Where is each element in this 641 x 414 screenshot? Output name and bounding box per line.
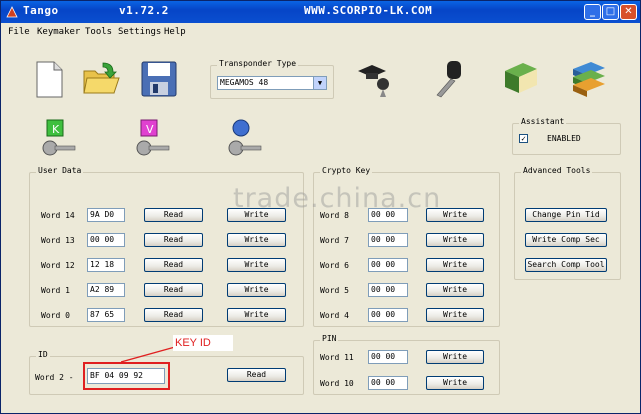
read-id-button[interactable]: Read [227,368,286,382]
window-title: Tango [23,4,59,17]
minimize-button[interactable]: _ [584,4,601,20]
pin-label: PIN [320,334,339,343]
id-label: ID [36,350,50,359]
menu-tools[interactable]: Tools [85,27,112,37]
user-data-row-label: Word 0 [41,311,70,320]
write-word-10-button[interactable]: Write [426,376,484,390]
write-word-6-button[interactable]: Write [426,258,484,272]
save-disk-icon[interactable] [139,59,179,99]
assistant-enabled-label: ENABLED [547,134,581,143]
menu-help[interactable]: Help [164,27,186,37]
write-word-13-button[interactable]: Write [227,233,286,247]
user-data-row-label: Word 14 [41,211,75,220]
close-button[interactable]: ✕ [620,4,637,20]
read-word-12-button[interactable]: Read [144,258,203,272]
write-word-7-button[interactable]: Write [426,233,484,247]
chevron-down-icon[interactable]: ▼ [313,77,326,89]
title-bar[interactable]: Tango v1.72.2 WWW.SCORPIO-LK.COM _ □ ✕ [1,1,640,23]
write-word-1-button[interactable]: Write [227,283,286,297]
write-word-12-button[interactable]: Write [227,258,286,272]
svg-text:V: V [146,123,154,136]
maximize-icon: □ [605,6,616,17]
word-13-input[interactable]: 00 00 [87,233,125,247]
read-word-14-button[interactable]: Read [144,208,203,222]
window-url: WWW.SCORPIO-LK.COM [304,4,433,17]
word-1-input[interactable]: A2 89 [87,283,125,297]
key-icon[interactable] [429,59,469,99]
word-10-input[interactable]: 00 00 [368,376,408,390]
word-12-input[interactable]: 12 18 [87,258,125,272]
menu-settings[interactable]: Settings [118,27,161,37]
watermark: trade.china.cn [233,183,442,214]
write-word-5-button[interactable]: Write [426,283,484,297]
assistant-checkbox[interactable]: ✓ [519,134,528,143]
crypto-key-label: Crypto Key [320,166,373,175]
menu-bar: File Keymaker Tools Settings Help [1,24,640,42]
tango-window: Tango v1.72.2 WWW.SCORPIO-LK.COM _ □ ✕ F… [0,0,641,414]
user-data-row-label: Word 12 [41,261,75,270]
key-k-icon[interactable]: K [41,119,77,159]
maximize-button[interactable]: □ [602,4,619,20]
word-6-input[interactable]: 00 00 [368,258,408,272]
word-5-input[interactable]: 00 00 [368,283,408,297]
read-word-1-button[interactable]: Read [144,283,203,297]
transponder-label: Transponder Type [217,59,299,68]
word-11-input[interactable]: 00 00 [368,350,408,364]
crypto-row-label: Word 4 [320,311,349,320]
user-data-row-label: Word 1 [41,286,70,295]
window-version: v1.72.2 [119,4,169,17]
user-data-row-label: Word 13 [41,236,75,245]
write-comp-sec-button[interactable]: Write Comp Sec [525,233,607,247]
crypto-row-label: Word 7 [320,236,349,245]
key-id-highlight [83,362,170,390]
assistant-label: Assistant [519,117,567,126]
pin-row-label: Word 10 [320,379,354,388]
menu-file[interactable]: File [8,27,30,37]
write-word-4-button[interactable]: Write [426,308,484,322]
write-word-0-button[interactable]: Write [227,308,286,322]
id-row-label: Word 2 - [35,373,74,382]
book-icon[interactable] [501,59,541,99]
change-pin-tid-button[interactable]: Change Pin Tid [525,208,607,222]
advanced-tools-label: Advanced Tools [521,166,593,175]
key-v-icon[interactable]: V [135,119,171,159]
read-word-0-button[interactable]: Read [144,308,203,322]
app-icon [6,6,18,18]
word-0-input[interactable]: 87 65 [87,308,125,322]
key-globe-icon[interactable] [227,119,263,159]
crypto-row-label: Word 6 [320,261,349,270]
read-word-13-button[interactable]: Read [144,233,203,247]
check-icon: ✓ [521,134,526,143]
annotation-line [121,346,176,363]
write-word-11-button[interactable]: Write [426,350,484,364]
key-id-annotation: KEY ID [173,335,233,351]
crypto-row-label: Word 5 [320,286,349,295]
new-file-icon[interactable] [29,59,69,99]
search-comp-tool-button[interactable]: Search Comp Tool [525,258,607,272]
word-4-input[interactable]: 00 00 [368,308,408,322]
menu-keymaker[interactable]: Keymaker [37,27,80,37]
key-cap-icon[interactable] [356,59,396,99]
user-data-label: User Data [36,166,84,175]
close-icon: ✕ [624,6,633,17]
open-folder-icon[interactable] [81,59,121,99]
word-14-input[interactable]: 9A D0 [87,208,125,222]
transponder-value: MEGAMOS 48 [220,78,269,87]
pin-row-label: Word 11 [320,353,354,362]
word-7-input[interactable]: 00 00 [368,233,408,247]
minimize-icon: _ [590,6,595,17]
transponder-select[interactable]: MEGAMOS 48 ▼ [217,76,327,90]
books-icon[interactable] [569,59,609,99]
svg-text:K: K [52,123,60,136]
